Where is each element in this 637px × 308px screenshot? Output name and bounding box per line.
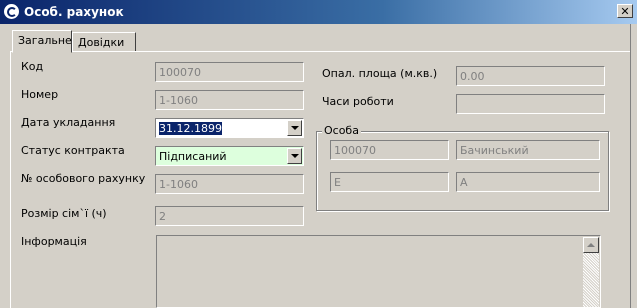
family-size-label: Розмір сім`ї (ч) xyxy=(21,207,107,220)
scroll-track[interactable] xyxy=(583,253,599,307)
status-label: Статус контракта xyxy=(21,144,125,157)
heat-area-label: Опал. площа (м.кв.) xyxy=(322,67,438,80)
work-hours-field[interactable] xyxy=(456,94,605,114)
account-number-field[interactable]: 1-1060 xyxy=(155,174,304,194)
code-label: Код xyxy=(21,60,44,73)
status-value: Підписаний xyxy=(159,150,227,163)
person-name-field[interactable]: Е xyxy=(330,172,449,192)
title-bar: Особ. рахунок ✕ xyxy=(0,0,637,24)
heat-area-field[interactable]: 0.00 xyxy=(456,66,605,86)
scroll-up-arrow-icon[interactable] xyxy=(583,237,599,253)
number-label: Номер xyxy=(21,88,59,101)
info-memo[interactable] xyxy=(156,235,601,308)
code-field[interactable]: 100070 xyxy=(155,62,304,82)
status-select[interactable]: Підписаний xyxy=(155,146,304,166)
person-group-label: Особа xyxy=(322,124,361,137)
info-scrollbar[interactable] xyxy=(583,237,599,307)
person-surname-field[interactable]: Бачинський xyxy=(456,140,600,160)
date-label: Дата укладання xyxy=(21,116,116,129)
status-dropdown-button[interactable] xyxy=(287,148,302,164)
person-id-field[interactable]: 100070 xyxy=(330,140,449,160)
account-number-label: № особового рахунку xyxy=(21,172,146,185)
number-field[interactable]: 1-1060 xyxy=(155,90,304,110)
tab-references[interactable]: Довідки xyxy=(72,32,136,52)
info-label: Інформація xyxy=(21,235,87,248)
work-hours-label: Часи роботи xyxy=(322,95,394,108)
date-value: 31.12.1899 xyxy=(159,122,222,135)
person-patronymic-field[interactable]: А xyxy=(456,172,600,192)
tab-general[interactable]: Загальне xyxy=(12,30,72,53)
date-dropdown-button[interactable] xyxy=(287,120,302,136)
window-right-edge xyxy=(630,24,637,308)
app-icon xyxy=(4,4,19,19)
family-size-field[interactable]: 2 xyxy=(155,206,304,226)
window-title: Особ. рахунок xyxy=(24,5,124,19)
date-picker[interactable]: 31.12.1899 xyxy=(155,118,304,138)
close-button[interactable]: ✕ xyxy=(617,4,633,18)
